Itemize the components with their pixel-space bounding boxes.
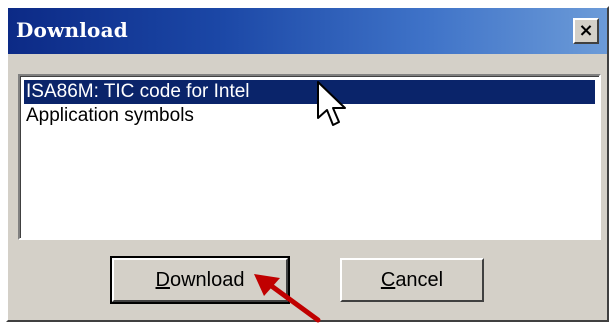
download-button-label: Download bbox=[155, 268, 245, 291]
cancel-button-label: Cancel bbox=[380, 268, 444, 291]
close-button[interactable]: × bbox=[573, 18, 599, 44]
list-item-label: Application symbols bbox=[26, 105, 194, 126]
mouse-pointer-icon bbox=[317, 81, 346, 126]
list-item-isa86m[interactable]: ISA86M: TIC code for Intel bbox=[24, 80, 595, 104]
list-item-label: ISA86M: TIC code for Intel bbox=[26, 81, 250, 102]
download-options-list[interactable]: ISA86M: TIC code for Intel Application s… bbox=[18, 74, 601, 240]
red-arrow-icon bbox=[254, 274, 321, 323]
cancel-button[interactable]: Cancel bbox=[340, 258, 484, 302]
title-bar: Download × bbox=[8, 8, 607, 54]
close-icon: × bbox=[578, 20, 594, 41]
list-item-application-symbols[interactable]: Application symbols bbox=[24, 104, 595, 128]
dialog-title: Download bbox=[16, 18, 128, 42]
